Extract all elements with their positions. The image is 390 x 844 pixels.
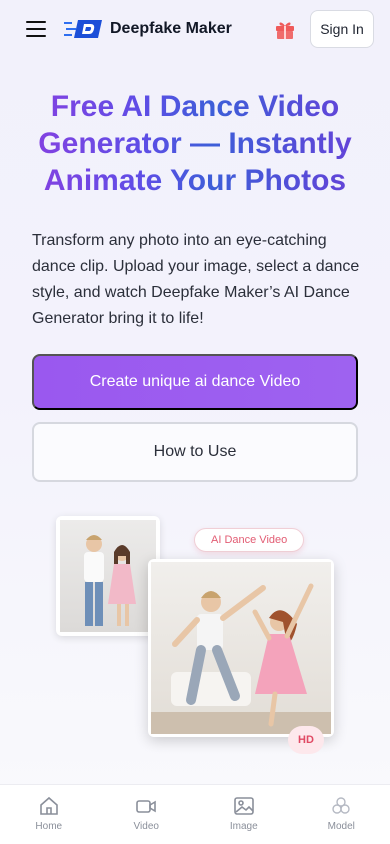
sign-in-button[interactable]: Sign In <box>310 10 374 48</box>
page-title: Free AI Dance Video Generator — Instantl… <box>14 88 376 199</box>
model-icon <box>332 797 350 814</box>
tab-label: Home <box>35 821 63 832</box>
animated-result-photo <box>148 559 334 737</box>
tab-label: Image <box>229 821 258 832</box>
tab-image[interactable]: Image <box>195 785 293 844</box>
logo-icon[interactable] <box>64 18 102 40</box>
hero-description: Transform any photo into an eye-catching… <box>32 232 360 327</box>
hd-badge: HD <box>288 726 324 754</box>
hamburger-menu-icon[interactable] <box>26 21 46 37</box>
how-to-use-button[interactable]: How to Use <box>32 422 358 482</box>
image-icon <box>233 797 254 815</box>
brand-name[interactable]: Deepfake Maker <box>110 20 232 38</box>
hero-illustration: AI Dance Video HD <box>50 508 350 768</box>
video-icon <box>136 800 157 813</box>
tab-label: Model <box>327 821 355 832</box>
tab-label: Video <box>133 821 159 832</box>
top-header: Deepfake Maker Sign In <box>0 0 390 58</box>
tab-model[interactable]: Model <box>293 785 390 844</box>
create-dance-video-button[interactable]: Create unique ai dance Video <box>32 354 358 410</box>
tab-home[interactable]: Home <box>0 785 98 844</box>
tab-video[interactable]: Video <box>98 785 196 844</box>
ai-dance-video-tag: AI Dance Video <box>194 528 305 552</box>
source-photo <box>56 516 160 636</box>
home-icon <box>39 796 58 815</box>
bottom-tab-bar: Home Video Image Model <box>0 784 390 844</box>
gift-icon[interactable] <box>274 18 296 40</box>
